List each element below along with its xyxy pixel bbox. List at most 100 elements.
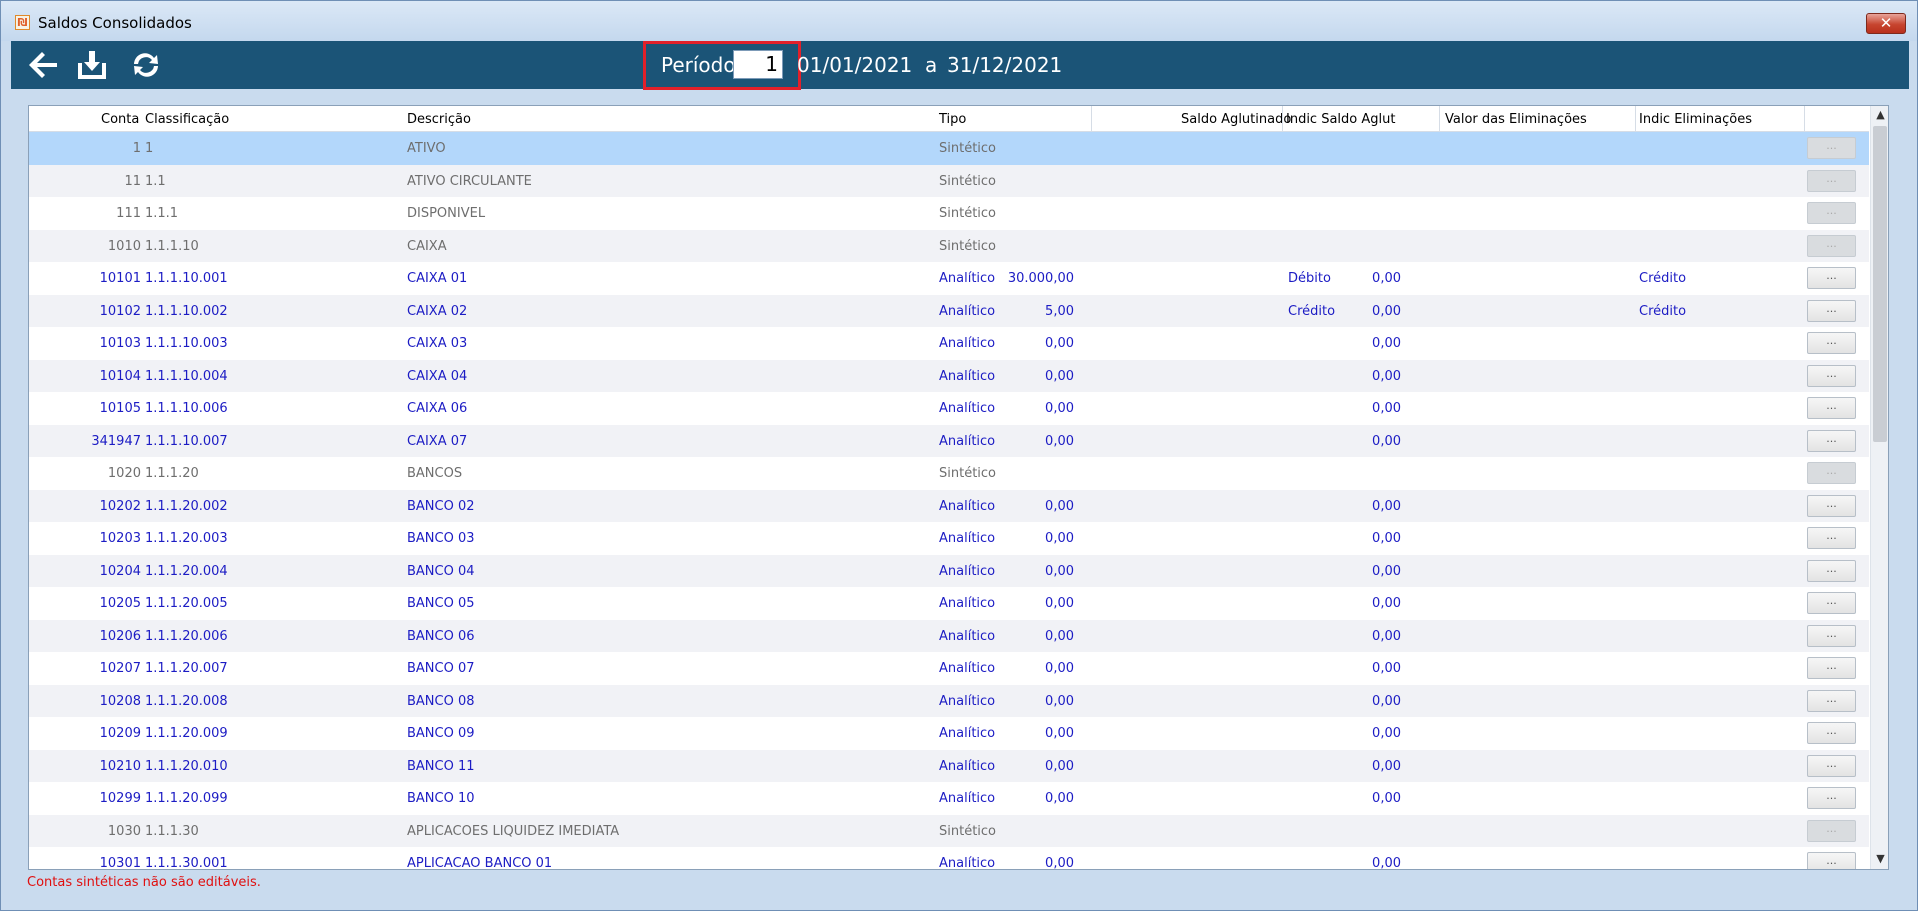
row-edit-button[interactable]: ...	[1807, 689, 1856, 712]
row-edit-button[interactable]: ...	[1807, 819, 1856, 842]
row-edit-button[interactable]: ...	[1807, 559, 1856, 582]
cell-saldo-aglutinado: 0,00	[1045, 791, 1074, 806]
row-edit-button[interactable]: ...	[1807, 462, 1856, 484]
scroll-up-icon[interactable]: ▲	[1871, 106, 1888, 124]
cell-valor-eliminacoes: 0,00	[1372, 758, 1401, 774]
cell-saldo-aglutinado: 0,00	[1045, 531, 1074, 546]
row-edit-button[interactable]: ...	[1807, 234, 1856, 257]
row-edit-button[interactable]: ...	[1807, 267, 1856, 289]
column-header-indic-saldo-aglut[interactable]: Indic Saldo Aglut	[1286, 112, 1395, 127]
app-icon: ₪	[15, 15, 30, 30]
table-row[interactable]: 10202 1.1.1.20.002 BANCO 02 Analítico 0,00 0,…	[29, 489, 1869, 522]
cell-tipo: Sintético	[939, 206, 997, 221]
row-edit-button[interactable]: ...	[1807, 754, 1856, 777]
column-header-saldo-aglutinado[interactable]: Saldo Aglutinado	[1181, 112, 1291, 127]
cell-indic-saldo-aglut: Crédito	[1288, 303, 1336, 319]
period-start-date: 01/01/2021	[797, 53, 913, 77]
cell-descricao: CAIXA 02	[407, 303, 468, 319]
cell-conta: 341947	[91, 433, 141, 449]
column-header-descricao[interactable]: Descrição	[407, 112, 471, 127]
row-edit-button[interactable]: ...	[1807, 657, 1856, 679]
close-button[interactable]: ✕	[1866, 13, 1906, 34]
table-row[interactable]: 1 1 ATIVO Sintético...	[29, 132, 1869, 165]
cell-descricao: CAIXA 06	[407, 401, 468, 416]
status-message: Contas sintéticas não são editáveis.	[27, 875, 261, 890]
row-edit-button[interactable]: ...	[1807, 722, 1856, 744]
column-header-valor-eliminacoes[interactable]: Valor das Eliminações	[1445, 112, 1587, 127]
cell-valor-eliminacoes: 0,00	[1372, 661, 1401, 676]
table-row[interactable]: 10105 1.1.1.10.006 CAIXA 06 Analítico 0,00 0,…	[29, 392, 1869, 425]
cell-descricao: APLICACAO BANCO 01	[407, 856, 553, 870]
row-edit-button[interactable]: ...	[1807, 787, 1856, 809]
table-row[interactable]: 10101 1.1.1.10.001 CAIXA 01 Analítico 30.000…	[29, 262, 1869, 295]
row-edit-button[interactable]: ...	[1807, 202, 1856, 224]
table-row[interactable]: 10205 1.1.1.20.005 BANCO 05 Analítico 0,00 0,…	[29, 587, 1869, 620]
period-input[interactable]: 1	[733, 50, 783, 79]
table-row[interactable]: 111 1.1.1 DISPONIVEL Sintético...	[29, 197, 1869, 230]
table-row[interactable]: 10103 1.1.1.10.003 CAIXA 03 Analítico 0,00 0,…	[29, 327, 1869, 360]
table-row[interactable]: 10206 1.1.1.20.006 BANCO 06 Analítico 0,00 0,…	[29, 619, 1869, 652]
column-header-classificacao[interactable]: Classificação	[145, 112, 229, 127]
row-edit-button[interactable]: ...	[1807, 494, 1856, 517]
table-row[interactable]: 10208 1.1.1.20.008 BANCO 08 Analítico 0,00 0,…	[29, 684, 1869, 717]
table-row[interactable]: 10210 1.1.1.20.010 BANCO 11 Analítico 0,00 0,…	[29, 749, 1869, 782]
vertical-scrollbar[interactable]: ▲ ▼	[1870, 106, 1888, 869]
row-edit-button[interactable]: ...	[1807, 169, 1856, 192]
column-header-conta[interactable]: Conta	[101, 112, 139, 127]
download-icon[interactable]	[75, 49, 109, 81]
cell-valor-eliminacoes: 0,00	[1372, 401, 1401, 416]
cell-descricao: CAIXA 01	[407, 271, 468, 286]
cell-conta: 1010	[107, 238, 141, 254]
table-row[interactable]: 10102 1.1.1.10.002 CAIXA 02 Analítico 5,00 Cr…	[29, 294, 1869, 327]
cell-conta: 1	[132, 141, 141, 156]
cell-classificacao: 1.1.1.20.009	[145, 726, 228, 741]
back-arrow-icon[interactable]	[27, 49, 61, 81]
cell-tipo: Sintético	[939, 823, 997, 839]
table-row[interactable]: 10299 1.1.1.20.099 BANCO 10 Analítico 0,00 0,…	[29, 782, 1869, 815]
cell-valor-eliminacoes: 0,00	[1372, 531, 1401, 546]
cell-tipo: Analítico	[939, 628, 996, 644]
cell-valor-eliminacoes: 0,00	[1372, 693, 1401, 709]
cell-conta: 10203	[99, 531, 141, 546]
cell-classificacao: 1.1.1.20.099	[145, 791, 228, 806]
column-header-indic-eliminacoes[interactable]: Indic Eliminações	[1639, 112, 1752, 127]
scroll-down-icon[interactable]: ▼	[1871, 850, 1888, 868]
cell-classificacao: 1.1.1	[145, 206, 179, 221]
cell-classificacao: 1.1.1.20	[145, 466, 199, 481]
row-edit-button[interactable]: ...	[1807, 397, 1856, 419]
refresh-icon[interactable]	[129, 49, 163, 81]
cell-tipo: Analítico	[939, 271, 996, 286]
row-edit-button[interactable]: ...	[1807, 624, 1856, 647]
cell-saldo-aglutinado: 0,00	[1045, 563, 1074, 579]
table-row[interactable]: 11 1.1 ATIVO CIRCULANTE Sintético...	[29, 164, 1869, 197]
column-header-tipo[interactable]: Tipo	[939, 112, 966, 127]
column-divider	[1635, 106, 1636, 131]
row-edit-button[interactable]: ...	[1807, 332, 1856, 354]
table-row[interactable]: 1010 1.1.1.10 CAIXA Sintético...	[29, 229, 1869, 262]
cell-saldo-aglutinado: 0,00	[1045, 726, 1074, 741]
cell-saldo-aglutinado: 0,00	[1045, 693, 1074, 709]
table-row[interactable]: 10209 1.1.1.20.009 BANCO 09 Analítico 0,00 0,…	[29, 717, 1869, 750]
table-row[interactable]: 10204 1.1.1.20.004 BANCO 04 Analítico 0,00 0,…	[29, 554, 1869, 587]
row-edit-button[interactable]: ...	[1807, 364, 1856, 387]
row-edit-button[interactable]: ...	[1807, 527, 1856, 549]
cell-classificacao: 1.1.1.10.004	[145, 368, 228, 384]
cell-descricao: CAIXA 04	[407, 368, 468, 384]
cell-conta: 11	[124, 173, 141, 189]
row-edit-button[interactable]: ...	[1807, 592, 1856, 614]
table-row[interactable]: 1030 1.1.1.30 APLICACOES LIQUIDEZ IMEDIATA…	[29, 814, 1869, 847]
row-edit-button[interactable]: ...	[1807, 852, 1856, 869]
table-row[interactable]: 10207 1.1.1.20.007 BANCO 07 Analítico 0,00 0,…	[29, 652, 1869, 685]
cell-classificacao: 1.1.1.30	[145, 823, 199, 839]
cell-tipo: Analítico	[939, 531, 996, 546]
table-row[interactable]: 341947 1.1.1.10.007 CAIXA 07 Analítico 0,00 0…	[29, 424, 1869, 457]
cell-classificacao: 1.1.1.10.007	[145, 433, 228, 449]
table-row[interactable]: 10203 1.1.1.20.003 BANCO 03 Analítico 0,00 0,…	[29, 522, 1869, 555]
scroll-thumb[interactable]	[1873, 126, 1887, 442]
row-edit-button[interactable]: ...	[1807, 429, 1856, 452]
table-row[interactable]: 10104 1.1.1.10.004 CAIXA 04 Analítico 0,00 0,…	[29, 359, 1869, 392]
row-edit-button[interactable]: ...	[1807, 137, 1856, 159]
table-row[interactable]: 10301 1.1.1.30.001 APLICACAO BANCO 01 Analí…	[29, 847, 1869, 870]
row-edit-button[interactable]: ...	[1807, 299, 1856, 322]
table-row[interactable]: 1020 1.1.1.20 BANCOS Sintético...	[29, 457, 1869, 490]
